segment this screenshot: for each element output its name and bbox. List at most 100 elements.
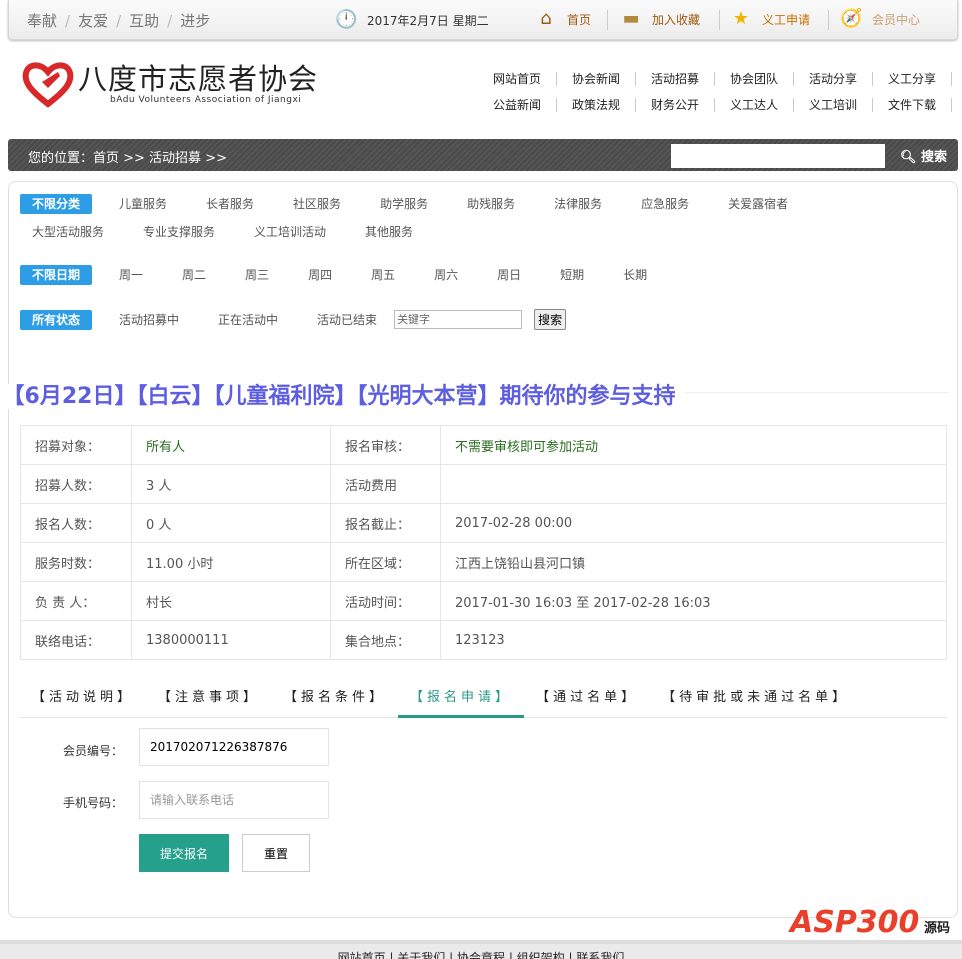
category-filter-option[interactable]: 关爱露宿者 [716, 194, 800, 214]
category-filter-option[interactable]: 义工培训活动 [242, 222, 338, 242]
info-value: 所有人 [131, 425, 331, 465]
filter-search-button[interactable]: 搜索 [534, 309, 567, 330]
info-label: 活动时间： [330, 581, 441, 621]
site-search-input[interactable] [671, 144, 885, 168]
nav-item[interactable]: 义工达人 [715, 98, 794, 112]
date-filter-option[interactable]: 周五 [359, 265, 407, 285]
slogan: 奉献 / 友爱 / 互助 / 进步 [27, 12, 211, 30]
slogan-word: 友爱 [78, 12, 109, 30]
category-filter-option[interactable]: 法律服务 [542, 194, 614, 214]
category-filter-option[interactable]: 儿童服务 [107, 194, 179, 214]
info-label: 报名人数： [20, 503, 132, 543]
home-icon: ⌂ [540, 8, 552, 29]
reset-button[interactable]: 重置 [242, 834, 310, 872]
member-id-label: 会员编号： [63, 744, 124, 758]
link-label: 首页 [567, 12, 592, 27]
tab[interactable]: 【待审批或未通过名单】 [650, 682, 861, 718]
date-filter-option[interactable]: 周三 [233, 265, 281, 285]
date-filter-option[interactable]: 短期 [548, 265, 596, 285]
info-label: 报名截止： [330, 503, 441, 543]
nav-item[interactable]: 文件下载 [873, 98, 952, 112]
site-search-button[interactable]: 🔍︎ 搜索 [900, 146, 947, 165]
nav-item[interactable]: 活动招募 [636, 72, 715, 86]
category-filter-option[interactable]: 助残服务 [455, 194, 527, 214]
nav-item[interactable]: 政策法规 [557, 98, 636, 112]
status-filter-option[interactable]: 所有状态 [20, 309, 93, 330]
info-label: 报名审核： [330, 425, 441, 465]
footer-link[interactable]: 网站首页 [338, 951, 386, 959]
nav-item[interactable]: 义工培训 [794, 98, 873, 112]
nav-item[interactable]: 义工分享 [873, 72, 952, 86]
submit-signup-button[interactable]: 提交报名 [139, 834, 229, 872]
info-label: 招募人数： [20, 464, 132, 504]
date-filter-option[interactable]: 长期 [611, 265, 659, 285]
tab[interactable]: 【报名申请】 [398, 682, 525, 718]
category-filter-option[interactable]: 大型活动服务 [20, 222, 116, 242]
info-value: 村长 [131, 581, 331, 621]
tab[interactable]: 【注意事项】 [146, 682, 272, 718]
footer-link[interactable]: 组织架构 [517, 951, 565, 959]
info-label: 负 责 人： [20, 581, 132, 621]
member-center-link[interactable]: 🧭 会员中心 [840, 8, 920, 30]
home-link[interactable]: ⌂ 首页 [535, 8, 591, 30]
nav-item[interactable]: 财务公开 [636, 98, 715, 112]
info-value: 2017-01-30 16:03 至 2017-02-28 16:03 [440, 581, 947, 621]
category-filter-option[interactable]: 助学服务 [368, 194, 440, 214]
slogan-word: 互助 [129, 12, 160, 30]
table-row: 联络电话： 1380000111 集合地点： 123123 [20, 620, 947, 660]
category-filter-option[interactable]: 不限分类 [20, 194, 93, 214]
logo-subtitle: bAdu Volunteers Association of Jiangxi [110, 95, 302, 105]
info-value: 不需要审核即可参加活动 [440, 425, 947, 465]
nav-item[interactable]: 协会新闻 [557, 72, 636, 86]
nav-item[interactable]: 公益新闻 [478, 98, 557, 112]
tab[interactable]: 【报名条件】 [272, 682, 398, 718]
date-filter-option[interactable]: 周日 [485, 265, 533, 285]
phone-field[interactable] [139, 781, 329, 819]
table-row: 服务时数： 11.00 小时 所在区域： 江西上饶铅山县河口镇 [20, 542, 947, 582]
footer-link[interactable]: 联系我们 [576, 951, 624, 959]
heart-hand-icon [22, 62, 74, 108]
breadcrumb: 您的位置：首页 >> 活动招募 >> [28, 151, 227, 166]
watermark-logo: ASP300 源码 [790, 905, 950, 940]
date-filter-option[interactable]: 不限日期 [20, 265, 93, 285]
phone-label: 手机号码： [63, 796, 124, 810]
footer-link[interactable]: 协会章程 [457, 951, 505, 959]
category-filter-option[interactable]: 其他服务 [353, 222, 425, 242]
nav-item[interactable]: 协会团队 [715, 72, 794, 86]
date-filter-option[interactable]: 周六 [422, 265, 470, 285]
date-filter-option[interactable]: 周四 [296, 265, 344, 285]
status-filter-option[interactable]: 活动已结束 [305, 310, 389, 330]
info-value: 江西上饶铅山县河口镇 [440, 542, 947, 582]
bookmark-link[interactable]: ▬ 加入收藏 [620, 8, 700, 30]
status-filter-option[interactable]: 正在活动中 [206, 310, 290, 330]
category-filter-option[interactable]: 社区服务 [281, 194, 353, 214]
tab[interactable]: 【通过名单】 [524, 682, 650, 718]
main-nav: 网站首页 协会新闻 活动招募 协会团队 活动分享 义工分享 公益新闻 政策法规 财务公开 义工达… [478, 66, 958, 118]
info-label: 集合地点： [330, 620, 441, 660]
status-filter-option[interactable]: 活动招募中 [107, 310, 191, 330]
info-label: 所在区域： [330, 542, 441, 582]
table-row: 报名人数： 0 人报名截止： 2017-02-28 00:00 [20, 503, 947, 543]
volunteer-apply-link[interactable]: ★ 义工申请 [730, 8, 810, 30]
member-id-field[interactable] [139, 728, 329, 766]
table-row: 招募对象： 所有人 报名审核： 不需要审核即可参加活动 [20, 425, 947, 465]
site-logo[interactable]: 八度市志愿者协会 bAdu Volunteers Association of J… [22, 60, 318, 108]
tab[interactable]: 【活动说明】 [20, 682, 146, 718]
category-filter-option[interactable]: 专业支撑服务 [131, 222, 227, 242]
category-filter-option[interactable]: 应急服务 [629, 194, 701, 214]
keyword-input[interactable] [394, 310, 523, 329]
category-filter-option[interactable]: 长者服务 [194, 194, 266, 214]
detail-tabs: 【活动说明】 【注意事项】 【报名条件】 【报名申请】 【通过名单】 【待审批或未通过名单… [20, 682, 947, 718]
info-value [440, 464, 947, 504]
footer-link[interactable]: 关于我们 [397, 951, 445, 959]
info-label: 联络电话： [20, 620, 132, 660]
nav-item[interactable]: 活动分享 [794, 72, 873, 86]
date-filter-option[interactable]: 周一 [107, 265, 155, 285]
search-icon: 🔍︎ [900, 150, 917, 165]
nav-item[interactable]: 网站首页 [478, 72, 557, 86]
date-filter-option[interactable]: 周二 [170, 265, 218, 285]
info-value: 3 人 [131, 464, 331, 504]
content-panel: 不限分类 儿童服务 长者服务 社区服务 助学服务 助残服务 法律服务 应急服务 关爱露宿者大型活… [0, 181, 958, 918]
info-value: 123123 [440, 620, 947, 660]
table-row: 负 责 人： 村长 活动时间： 2017-01-30 16:03 至 2017-02-… [20, 581, 947, 621]
